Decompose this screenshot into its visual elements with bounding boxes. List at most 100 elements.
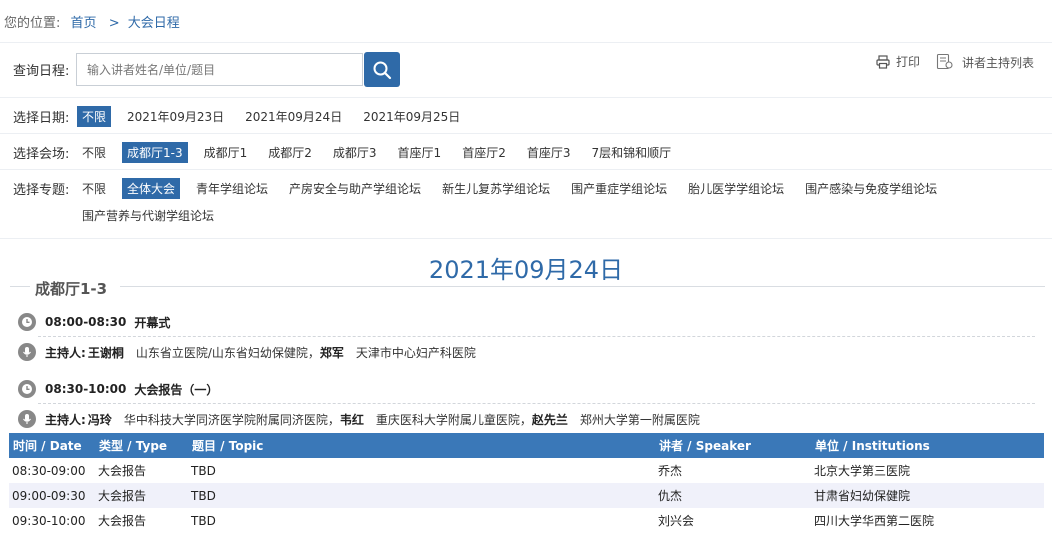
hall-rule-left	[10, 286, 30, 287]
session-host-row: 主持人: 王谢桐 山东省立医院/山东省妇幼保健院 ， 郑军 天津市中心妇产科医院	[18, 343, 476, 361]
topic-option-neonatal-resuscitation[interactable]: 新生儿复苏学组论坛	[437, 178, 555, 199]
query-label: 查询日程:	[13, 64, 70, 79]
microphone-icon	[18, 410, 36, 428]
divider	[0, 42, 1052, 43]
schedule-hall-title: 成都厅1-3	[35, 280, 108, 298]
breadcrumb: 您的位置: 首页 > 大会日程	[4, 12, 180, 31]
hall-filter: 选择会场: 不限 成都厅1-3 成都厅1 成都厅2 成都厅3 首座厅1 首座厅2…	[13, 142, 687, 163]
table-cell-speaker: 仇杰	[655, 483, 811, 508]
table-header-row: 时间 / Date 类型 / Type 题目 / Topic 讲者 / Spea…	[9, 433, 1044, 458]
host-separator: ，	[327, 412, 340, 427]
table-cell-type: 大会报告	[95, 483, 188, 508]
topic-option-nutrition[interactable]: 围产营养与代谢学组论坛	[77, 205, 219, 226]
dashed-divider	[38, 403, 1035, 404]
hall-option-any[interactable]: 不限	[77, 142, 111, 163]
session-host-row: 主持人: 冯玲 华中科技大学同济医学院附属同济医院 ， 韦红 重庆医科大学附属儿…	[18, 410, 700, 428]
hall-option-chengdu-2[interactable]: 成都厅2	[263, 142, 317, 163]
hall-option-chengdu-1-3[interactable]: 成都厅1-3	[122, 142, 188, 163]
host-name: 赵先兰	[531, 412, 568, 427]
hall-option-shouzuo-2[interactable]: 首座厅2	[457, 142, 511, 163]
session-time-row: 08:00-08:30 开幕式	[18, 313, 170, 331]
hall-rule-right	[120, 286, 1045, 287]
topic-option-delivery-safety[interactable]: 产房安全与助产学组论坛	[284, 178, 426, 199]
date-filter: 选择日期: 不限 2021年09月23日 2021年09月24日 2021年09…	[13, 106, 476, 127]
search-button[interactable]	[364, 52, 400, 87]
host-name: 郑军	[319, 345, 344, 360]
divider	[0, 133, 1052, 134]
table-header-type: 类型 / Type	[95, 433, 188, 458]
table-cell-topic: TBD	[191, 513, 216, 528]
print-button[interactable]: 打印	[876, 53, 920, 70]
table-cell-topic: TBD	[191, 463, 216, 478]
divider	[0, 169, 1052, 170]
topic-option-youth[interactable]: 青年学组论坛	[191, 178, 273, 199]
table-row: 09:30-10:00 大会报告 TBD 刘兴会 四川大学华西第二医院	[9, 508, 1044, 533]
print-label: 打印	[896, 55, 921, 69]
hall-option-7f-hejin[interactable]: 7层和锦和顺厅	[586, 142, 676, 163]
dashed-divider	[38, 336, 1035, 337]
host-org: 重庆医科大学附属儿童医院	[375, 412, 520, 427]
host-name: 王谢桐	[87, 345, 124, 360]
table-header-institution: 单位 / Institutions	[811, 433, 1044, 458]
session-time: 08:00-08:30	[45, 315, 127, 329]
search-input[interactable]	[76, 53, 363, 86]
date-option-0925[interactable]: 2021年09月25日	[358, 106, 465, 127]
date-option-any[interactable]: 不限	[77, 106, 112, 127]
table-cell-speaker: 刘兴会	[658, 514, 695, 528]
host-separator: ，	[307, 345, 320, 360]
topic-filter-wrap: 围产营养与代谢学组论坛	[77, 205, 230, 226]
table-cell-type: 大会报告	[98, 464, 147, 478]
table-cell-institution: 北京大学第三医院	[814, 464, 911, 478]
session-time-row: 08:30-10:00 大会报告（一）	[18, 380, 218, 398]
clock-icon	[18, 380, 36, 398]
hall-option-shouzuo-3[interactable]: 首座厅3	[522, 142, 576, 163]
host-org: 华中科技大学同济医学院附属同济医院	[123, 412, 328, 427]
divider	[0, 97, 1052, 98]
host-name: 韦红	[339, 412, 364, 427]
host-label: 主持人:	[45, 412, 86, 427]
topic-filter-label: 选择专题:	[13, 183, 70, 198]
hall-option-chengdu-3[interactable]: 成都厅3	[328, 142, 382, 163]
topic-option-critical-care[interactable]: 围产重症学组论坛	[566, 178, 672, 199]
hall-option-chengdu-1[interactable]: 成都厅1	[199, 142, 253, 163]
topic-filter: 选择专题: 不限 全体大会 青年学组论坛 产房安全与助产学组论坛 新生儿复苏学组…	[13, 178, 953, 199]
topic-option-fetal-medicine[interactable]: 胎儿医学学组论坛	[683, 178, 789, 199]
date-filter-label: 选择日期:	[13, 111, 70, 126]
table-cell-time: 08:30-09:00	[12, 463, 86, 478]
host-separator: ，	[519, 412, 532, 427]
schedule-table: 时间 / Date 类型 / Type 题目 / Topic 讲者 / Spea…	[9, 433, 1044, 533]
table-cell-topic: TBD	[188, 483, 655, 508]
table-cell-speaker: 乔杰	[658, 464, 683, 478]
table-header-topic: 题目 / Topic	[188, 433, 655, 458]
speaker-list-icon	[936, 53, 953, 70]
table-header-speaker: 讲者 / Speaker	[655, 433, 811, 458]
session-time: 08:30-10:00	[45, 382, 127, 396]
breadcrumb-current[interactable]: 大会日程	[128, 16, 180, 31]
search-icon	[373, 61, 392, 79]
date-option-0924[interactable]: 2021年09月24日	[240, 106, 347, 127]
microphone-icon	[18, 343, 36, 361]
date-option-0923[interactable]: 2021年09月23日	[122, 106, 229, 127]
breadcrumb-prefix: 您的位置:	[4, 16, 61, 31]
host-name: 冯玲	[87, 412, 112, 427]
table-cell-type: 大会报告	[98, 514, 147, 528]
hall-filter-label: 选择会场:	[13, 147, 70, 162]
speaker-list-label: 讲者主持列表	[962, 55, 1035, 70]
speaker-list-button[interactable]: 讲者主持列表	[936, 53, 1034, 71]
topic-option-plenary[interactable]: 全体大会	[122, 178, 181, 199]
topic-option-any[interactable]: 不限	[77, 178, 111, 199]
printer-icon	[876, 54, 890, 69]
table-row: 09:00-09:30 大会报告 TBD 仇杰 甘肃省妇幼保健院	[9, 483, 1044, 508]
clock-icon	[18, 313, 36, 331]
host-org: 天津市中心妇产科医院	[355, 345, 476, 360]
hall-option-shouzuo-1[interactable]: 首座厅1	[393, 142, 447, 163]
table-header-date: 时间 / Date	[9, 433, 95, 458]
table-row: 08:30-09:00 大会报告 TBD 乔杰 北京大学第三医院	[9, 458, 1044, 483]
session-title: 开幕式	[134, 315, 171, 330]
host-label: 主持人:	[45, 345, 86, 360]
table-cell-time: 09:30-10:00	[12, 513, 86, 528]
divider	[0, 238, 1052, 239]
breadcrumb-home-link[interactable]: 首页	[71, 16, 97, 31]
breadcrumb-separator: >	[108, 16, 120, 31]
topic-option-infection-immunity[interactable]: 围产感染与免疫学组论坛	[800, 178, 942, 199]
